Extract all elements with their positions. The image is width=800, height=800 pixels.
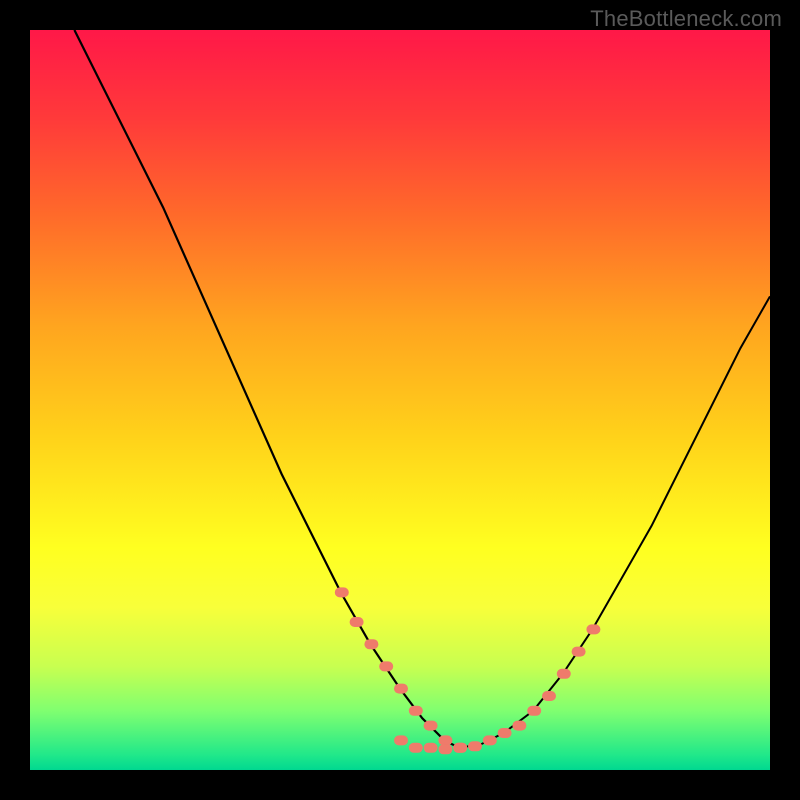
highlight-dot [350,617,364,627]
watermark-text: TheBottleneck.com [590,6,782,32]
curve-left [74,30,459,748]
curve-right [459,296,770,747]
highlight-dot [542,691,556,701]
highlight-dot [438,744,452,754]
highlight-bottom [394,728,512,754]
highlight-dot [424,721,438,731]
highlight-dot [364,639,378,649]
highlight-dot [394,684,408,694]
highlight-right [512,624,600,730]
chart-overlay [30,30,770,770]
highlight-dot [394,735,408,745]
highlight-dot [527,706,541,716]
highlight-dot [483,735,497,745]
highlight-dot [453,743,467,753]
highlight-dot [586,624,600,634]
curve-right-group [459,296,770,747]
highlight-dot [572,647,586,657]
curve-left-group [74,30,459,748]
highlight-dot [424,743,438,753]
highlight-dot [335,587,349,597]
highlight-dot [557,669,571,679]
highlight-dot [379,661,393,671]
highlight-dot [409,743,423,753]
highlight-left [335,587,467,752]
highlight-dot [512,721,526,731]
highlight-dot [468,741,482,751]
highlight-dot [409,706,423,716]
highlight-dot [438,735,452,745]
highlight-dot [498,728,512,738]
